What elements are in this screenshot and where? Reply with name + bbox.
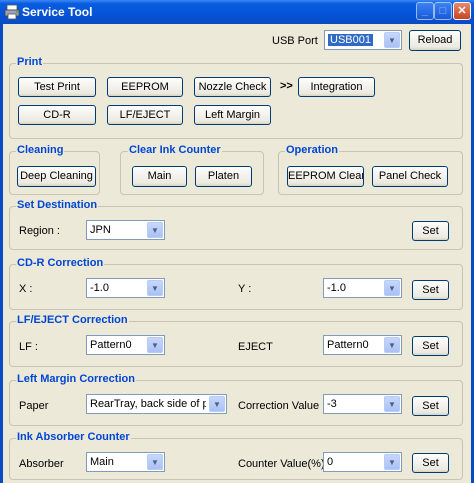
region-select[interactable]: JPN ▼ — [86, 220, 165, 240]
counter-value-select[interactable]: 0 ▼ — [323, 452, 402, 472]
reload-button[interactable]: Reload — [409, 30, 461, 51]
paper-select[interactable]: RearTray, back side of p ▼ — [86, 394, 227, 414]
chevron-down-icon[interactable]: ▼ — [384, 280, 400, 296]
lf-eject-button[interactable]: LF/EJECT — [107, 105, 183, 125]
operation-group-title: Operation — [285, 144, 339, 156]
cdr-button[interactable]: CD-R — [18, 105, 96, 125]
left-margin-button[interactable]: Left Margin — [194, 105, 271, 125]
minimize-button[interactable]: _ — [416, 2, 434, 20]
counter-value: 0 — [327, 456, 334, 468]
correction-value-select[interactable]: -3 ▼ — [323, 394, 402, 414]
region-label: Region : — [19, 225, 60, 237]
set-destination-title: Set Destination — [16, 199, 99, 211]
usb-port-select[interactable]: USB001 ▼ — [324, 30, 402, 50]
chevron-down-icon[interactable]: ▼ — [384, 454, 400, 470]
panel-check-button[interactable]: Panel Check — [372, 166, 448, 187]
clear-platen-button[interactable]: Platen — [195, 166, 252, 187]
chevron-down-icon[interactable]: ▼ — [147, 337, 163, 353]
absorber-label: Absorber — [19, 458, 64, 470]
window-title: Service Tool — [22, 5, 93, 19]
lf-label: LF : — [19, 341, 38, 353]
maximize-button[interactable]: □ — [434, 2, 452, 20]
y-select[interactable]: -1.0 ▼ — [323, 278, 402, 298]
lf-eject-correction-title: LF/EJECT Correction — [16, 314, 129, 326]
chevron-down-icon[interactable]: ▼ — [147, 222, 163, 238]
ink-absorber-counter-title: Ink Absorber Counter — [16, 431, 131, 443]
chevron-down-icon[interactable]: ▼ — [209, 396, 225, 412]
chevron-down-icon[interactable]: ▼ — [384, 396, 400, 412]
correction-value-label: Correction Value — [238, 400, 320, 412]
chevron-down-icon[interactable]: ▼ — [147, 454, 163, 470]
printer-icon — [4, 4, 20, 20]
destination-set-button[interactable]: Set — [412, 221, 449, 241]
y-value: -1.0 — [327, 282, 346, 294]
absorber-value: Main — [90, 456, 114, 468]
deep-cleaning-button[interactable]: Deep Cleaning — [17, 166, 96, 187]
chevrons-icon: >> — [280, 80, 293, 92]
test-print-button[interactable]: Test Print — [18, 77, 96, 97]
x-value: -1.0 — [90, 282, 109, 294]
lf-eject-set-button[interactable]: Set — [412, 336, 449, 356]
x-label: X : — [19, 283, 33, 295]
x-select[interactable]: -1.0 ▼ — [86, 278, 165, 298]
cleaning-group-title: Cleaning — [16, 144, 65, 156]
lf-select[interactable]: Pattern0 ▼ — [86, 335, 165, 355]
region-value: JPN — [90, 224, 111, 236]
y-label: Y : — [238, 283, 252, 295]
left-margin-set-button[interactable]: Set — [412, 396, 449, 416]
clear-ink-counter-title: Clear Ink Counter — [128, 144, 222, 156]
eeprom-button[interactable]: EEPROM — [107, 77, 183, 97]
absorber-select[interactable]: Main ▼ — [86, 452, 165, 472]
chevron-down-icon[interactable]: ▼ — [384, 337, 400, 353]
set-destination-group — [9, 206, 463, 250]
chevron-down-icon[interactable]: ▼ — [147, 280, 163, 296]
usb-port-value: USB001 — [328, 34, 373, 46]
close-button[interactable]: ✕ — [453, 2, 471, 20]
paper-value: RearTray, back side of p — [90, 398, 206, 410]
eeprom-clear-button[interactable]: EEPROM Clear — [287, 166, 364, 187]
cdr-correction-title: CD-R Correction — [16, 257, 105, 269]
window-frame-left — [0, 24, 3, 483]
print-group-title: Print — [16, 56, 44, 68]
counter-value-label: Counter Value(%) — [238, 458, 325, 470]
paper-label: Paper — [19, 400, 49, 412]
chevron-down-icon[interactable]: ▼ — [384, 32, 400, 48]
eject-label: EJECT — [238, 341, 273, 353]
clear-main-button[interactable]: Main — [132, 166, 187, 187]
lf-value: Pattern0 — [90, 339, 132, 351]
eject-select[interactable]: Pattern0 ▼ — [323, 335, 402, 355]
usb-port-label: USB Port — [272, 35, 318, 47]
integration-button[interactable]: Integration — [298, 77, 375, 97]
absorber-set-button[interactable]: Set — [412, 453, 449, 473]
nozzle-check-button[interactable]: Nozzle Check — [194, 77, 271, 97]
print-group — [9, 63, 463, 139]
eject-value: Pattern0 — [327, 339, 369, 351]
correction-value: -3 — [327, 398, 337, 410]
left-margin-correction-title: Left Margin Correction — [16, 373, 136, 385]
cdr-set-button[interactable]: Set — [412, 280, 449, 300]
